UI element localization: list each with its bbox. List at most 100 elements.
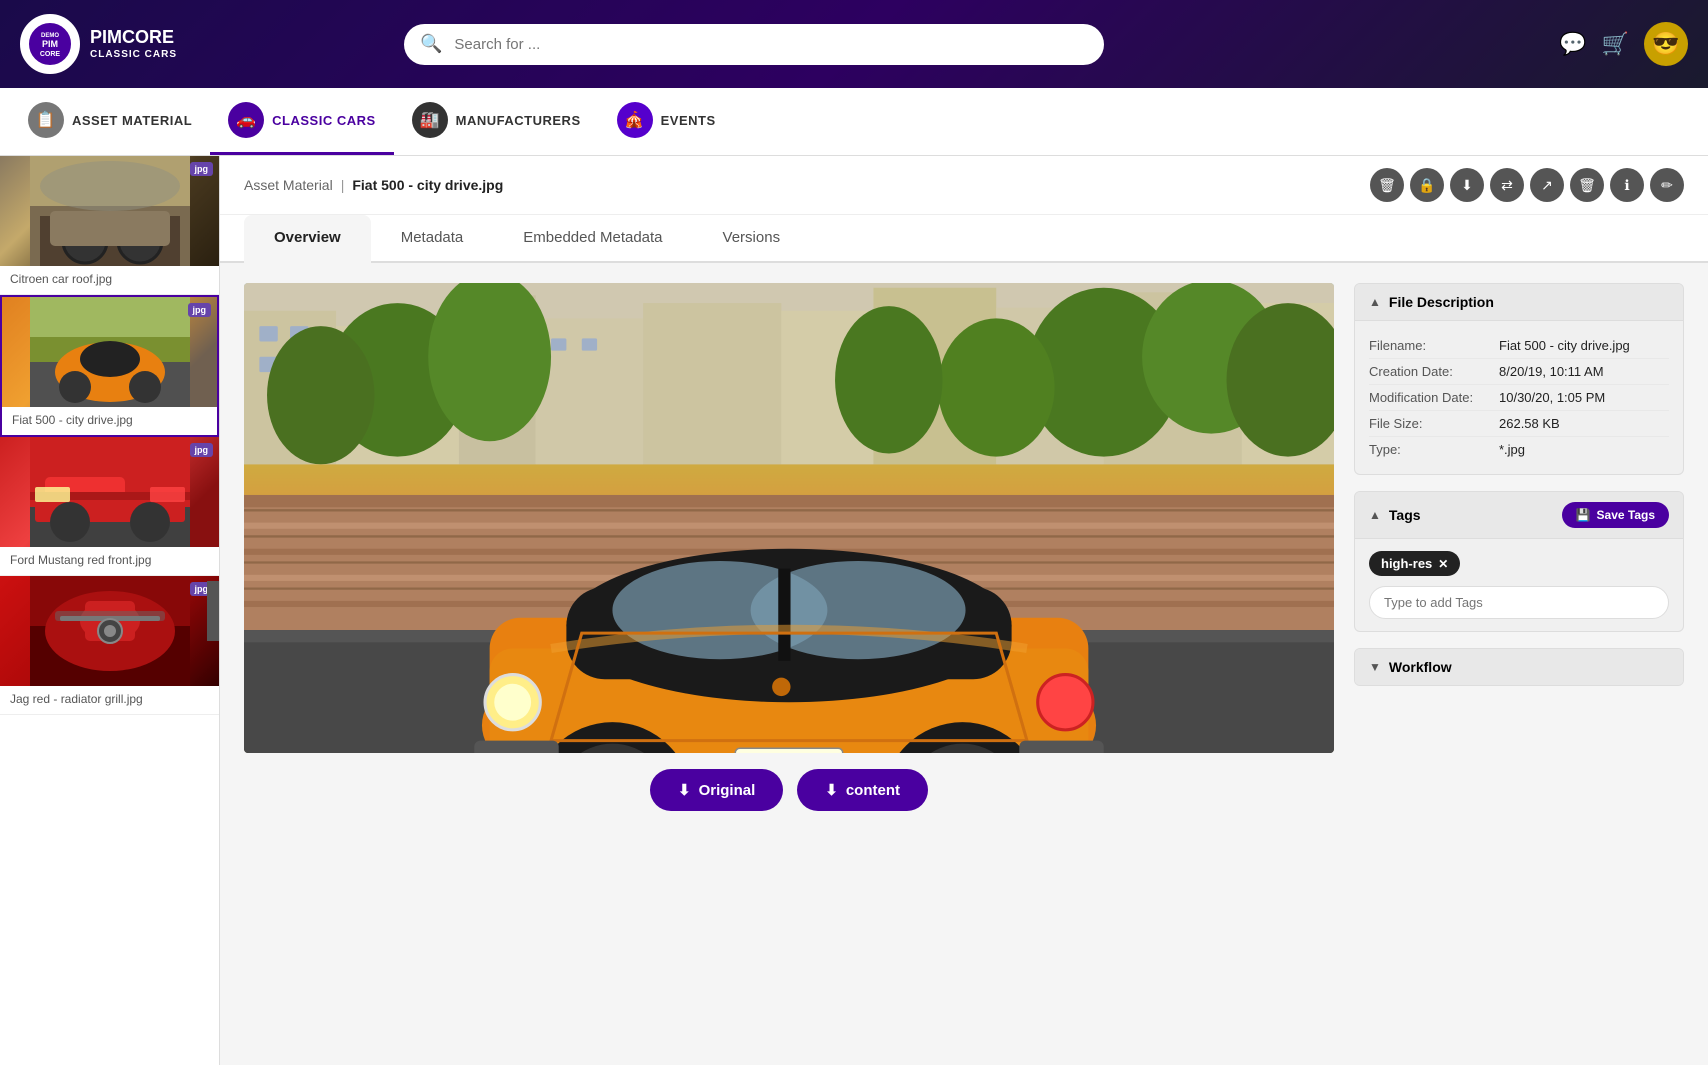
content-download-button[interactable]: ⬇ content <box>797 769 928 811</box>
image-section: ⬇ Original ⬇ content <box>244 283 1334 811</box>
content-body: ⬇ Original ⬇ content ▲ File D <box>220 263 1708 831</box>
edit-button[interactable]: ✏ <box>1650 168 1684 202</box>
creation-label: Creation Date: <box>1369 364 1499 379</box>
tags-header: ▲ Tags 💾 Save Tags <box>1355 492 1683 539</box>
tag-input[interactable] <box>1369 586 1669 619</box>
file-description-title: File Description <box>1389 294 1494 310</box>
search-bar: 🔍 <box>404 24 1104 65</box>
svg-text:PIM: PIM <box>42 39 58 49</box>
nav-label-asset-material: ASSET MATERIAL <box>72 113 192 128</box>
search-icon: 🔍 <box>420 34 442 55</box>
filesize-value: 262.58 KB <box>1499 416 1560 431</box>
breadcrumb-parent[interactable]: Asset Material <box>244 177 333 193</box>
sidebar-label-citroen: Citroen car roof.jpg <box>0 266 219 294</box>
trash-button[interactable]: 🗑 <box>1570 168 1604 202</box>
header-right: 💬 🛒 😎 <box>1559 22 1688 66</box>
file-info-filename: Filename: Fiat 500 - city drive.jpg <box>1369 333 1669 359</box>
nav-item-events[interactable]: 🎪 EVENTS <box>599 88 734 155</box>
avatar[interactable]: 😎 <box>1644 22 1688 66</box>
breadcrumb: Asset Material | Fiat 500 - city drive.j… <box>244 177 503 193</box>
sidebar-item-jag[interactable]: jpg Jag red - radiator grill.jpg <box>0 576 219 715</box>
svg-text:CORE: CORE <box>40 51 61 58</box>
logo-text: PIMCORE CLASSIC CARS <box>90 27 177 61</box>
tags-header-left: ▲ Tags <box>1369 507 1421 523</box>
nav-label-classic-cars: CLASSIC CARS <box>272 113 376 128</box>
tags-chevron-icon: ▲ <box>1369 508 1381 522</box>
sidebar-label-fiat500: Fiat 500 - city drive.jpg <box>2 407 217 435</box>
transfer-button[interactable]: ⇄ <box>1490 168 1524 202</box>
asset-material-icon: 📋 <box>28 102 64 138</box>
info-button[interactable]: ℹ <box>1610 168 1644 202</box>
file-description-section: ▲ File Description Filename: Fiat 500 - … <box>1354 283 1684 475</box>
sidebar-collapse-button[interactable]: ‹ <box>207 581 220 641</box>
download-icon-original: ⬇ <box>678 781 691 799</box>
tab-versions[interactable]: Versions <box>693 215 811 263</box>
save-tags-button[interactable]: 💾 Save Tags <box>1562 502 1669 528</box>
creation-value: 8/20/19, 10:11 AM <box>1499 364 1604 379</box>
filename-label: Filename: <box>1369 338 1499 353</box>
notification-icon[interactable]: 💬 <box>1559 31 1586 57</box>
lock-button[interactable]: 🔒 <box>1410 168 1444 202</box>
tab-overview[interactable]: Overview <box>244 215 371 263</box>
tags-section: ▲ Tags 💾 Save Tags high-res ✕ <box>1354 491 1684 632</box>
file-info-creation: Creation Date: 8/20/19, 10:11 AM <box>1369 359 1669 385</box>
sidebar-item-mustang[interactable]: jpg Ford Mustang red front.jpg <box>0 437 219 576</box>
nav-label-manufacturers: MANUFACTURERS <box>456 113 581 128</box>
download-button[interactable]: ⬇ <box>1450 168 1484 202</box>
search-input[interactable] <box>404 24 1104 65</box>
jpg-badge-mustang: jpg <box>190 443 214 457</box>
header: DEMO PIM CORE PIMCORE CLASSIC CARS 🔍 💬 🛒… <box>0 0 1708 88</box>
tabs-bar: Overview Metadata Embedded Metadata Vers… <box>220 215 1708 263</box>
tags-body: high-res ✕ <box>1355 539 1683 631</box>
cart-icon[interactable]: 🛒 <box>1602 31 1629 57</box>
chevron-up-icon: ▲ <box>1369 295 1381 309</box>
tag-chip-high-res: high-res ✕ <box>1369 551 1460 576</box>
workflow-title: Workflow <box>1389 659 1452 675</box>
classic-cars-icon: 🚗 <box>228 102 264 138</box>
toolbar-icons: 🗑 🔒 ⬇ ⇄ ↗ 🗑 ℹ ✏ <box>1370 168 1684 202</box>
citroen-thumbnail <box>0 156 219 266</box>
sidebar-item-citroen[interactable]: jpg Citroen car roof.jpg <box>0 156 219 295</box>
mustang-thumbnail <box>0 437 219 547</box>
sidebar-label-jag: Jag red - radiator grill.jpg <box>0 686 219 714</box>
original-button-label: Original <box>699 782 756 799</box>
share-button[interactable]: ↗ <box>1530 168 1564 202</box>
file-info-type: Type: *.jpg <box>1369 437 1669 462</box>
file-description-body: Filename: Fiat 500 - city drive.jpg Crea… <box>1355 321 1683 474</box>
breadcrumb-bar: Asset Material | Fiat 500 - city drive.j… <box>220 156 1708 215</box>
download-icon-content: ⬇ <box>825 781 838 799</box>
workflow-header: ▼ Workflow <box>1355 649 1683 685</box>
workflow-chevron-icon: ▼ <box>1369 660 1381 674</box>
tag-remove-high-res[interactable]: ✕ <box>1438 557 1448 571</box>
jpg-badge-citroen: jpg <box>190 162 214 176</box>
nav-item-asset-material[interactable]: 📋 ASSET MATERIAL <box>10 88 210 155</box>
nav-item-classic-cars[interactable]: 🚗 CLASSIC CARS <box>210 88 394 155</box>
right-panel: ▲ File Description Filename: Fiat 500 - … <box>1354 283 1684 686</box>
delete-button[interactable]: 🗑 <box>1370 168 1404 202</box>
logo-circle: DEMO PIM CORE <box>20 14 80 74</box>
jag-thumbnail <box>0 576 219 686</box>
nav-item-manufacturers[interactable]: 🏭 MANUFACTURERS <box>394 88 599 155</box>
manufacturers-icon: 🏭 <box>412 102 448 138</box>
brand-sub: CLASSIC CARS <box>90 49 177 61</box>
filename-value: Fiat 500 - city drive.jpg <box>1499 338 1630 353</box>
file-description-header-left: ▲ File Description <box>1369 294 1494 310</box>
brand-name: PIMCORE <box>90 27 177 49</box>
sidebar-item-fiat500[interactable]: jpg Fiat 500 - city drive.jpg <box>0 295 219 437</box>
events-icon: 🎪 <box>617 102 653 138</box>
save-tags-icon: 💾 <box>1576 508 1591 522</box>
logo-area: DEMO PIM CORE PIMCORE CLASSIC CARS <box>20 14 177 74</box>
modification-label: Modification Date: <box>1369 390 1499 405</box>
file-info-size: File Size: 262.58 KB <box>1369 411 1669 437</box>
tag-label-high-res: high-res <box>1381 556 1432 571</box>
sidebar: jpg Citroen car roof.jpg jpg Fiat 500 - … <box>0 156 220 1065</box>
tab-metadata[interactable]: Metadata <box>371 215 494 263</box>
fiat500-thumbnail <box>2 297 217 407</box>
main-image <box>244 283 1334 753</box>
original-download-button[interactable]: ⬇ Original <box>650 769 783 811</box>
download-buttons: ⬇ Original ⬇ content <box>244 769 1334 811</box>
jpg-badge-fiat500: jpg <box>188 303 212 317</box>
tab-embedded-metadata[interactable]: Embedded Metadata <box>493 215 692 263</box>
breadcrumb-current: Fiat 500 - city drive.jpg <box>352 177 503 193</box>
main-layout: jpg Citroen car roof.jpg jpg Fiat 500 - … <box>0 156 1708 1065</box>
